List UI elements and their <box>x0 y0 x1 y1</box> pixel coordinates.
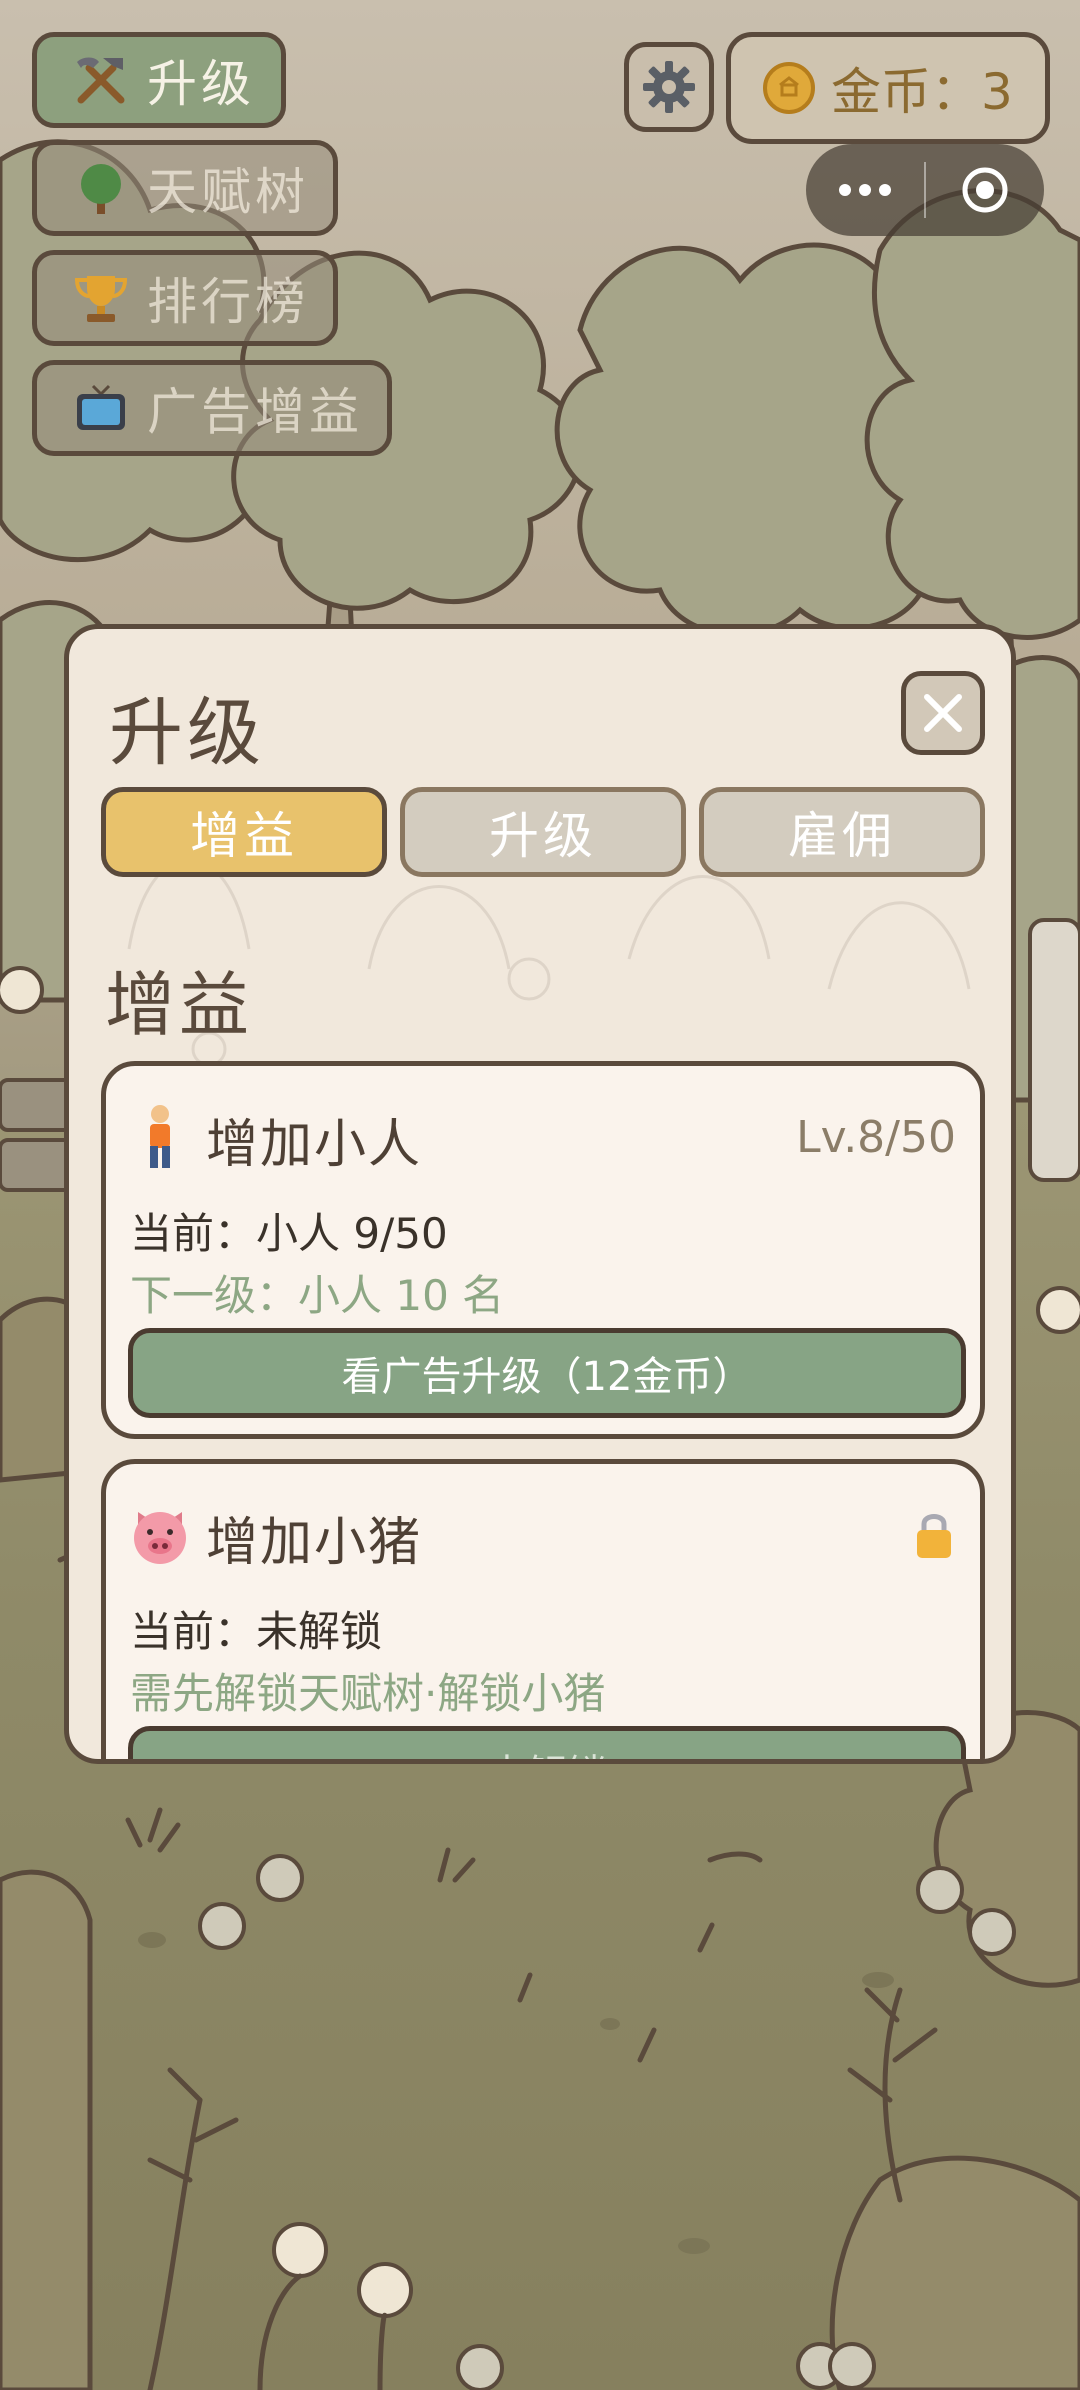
gear-icon <box>643 61 695 113</box>
tab-upgrade[interactable]: 升级 <box>400 787 686 877</box>
settings-button[interactable] <box>624 42 714 132</box>
menu-upgrade-button[interactable]: 升级 <box>32 32 286 128</box>
menu-leaderboard-label: 排行榜 <box>147 273 309 331</box>
card-title: 增加小猪 <box>206 1513 423 1573</box>
card-next: 下一级：小人 10 名 <box>130 1271 505 1320</box>
locked-button[interactable]: 未解锁 <box>128 1726 966 1759</box>
pig-icon <box>134 1512 186 1564</box>
menu-ad-bonus-label: 广告增益 <box>147 383 363 441</box>
menu-ad-bonus-button[interactable]: 广告增益 <box>32 360 392 456</box>
coin-balance: 金币：3 <box>726 32 1050 144</box>
miniprogram-capsule <box>806 144 1044 236</box>
hammer-pick-icon <box>73 52 129 108</box>
more-options-button[interactable] <box>806 184 924 196</box>
bonus-card-add-pig: 增加小猪 当前：未解锁 需先解锁天赋树·解锁小猪 未解锁 <box>101 1459 985 1759</box>
watch-ad-upgrade-button[interactable]: 看广告升级（12金币） <box>128 1328 966 1418</box>
person-icon <box>150 1105 170 1168</box>
close-miniprogram-button[interactable] <box>926 165 1044 215</box>
target-icon <box>962 167 1008 213</box>
tab-hire[interactable]: 雇佣 <box>699 787 985 877</box>
lock-icon <box>917 1514 951 1558</box>
card-current: 当前：小人 9/50 <box>130 1209 448 1258</box>
close-icon <box>924 694 962 732</box>
bonus-card-add-person: 增加小人 Lv.8/50 当前：小人 9/50 下一级：小人 10 名 看广告升… <box>101 1061 985 1439</box>
menu-talent-tree-button[interactable]: 天赋树 <box>32 140 338 236</box>
section-title: 增益 <box>105 964 253 1046</box>
tree-icon <box>73 160 129 216</box>
menu-leaderboard-button[interactable]: 排行榜 <box>32 250 338 346</box>
card-title: 增加小人 <box>206 1115 423 1175</box>
upgrade-modal: 升级 增益 升级 雇佣 增益 增加小人 Lv.8/50 当前：小人 9/50 下… <box>64 624 1016 1764</box>
modal-close-button[interactable] <box>901 671 985 755</box>
coin-icon <box>763 62 815 114</box>
card-requirement: 需先解锁天赋树·解锁小猪 <box>130 1669 606 1718</box>
menu-talent-tree-label: 天赋树 <box>147 163 309 221</box>
tv-icon <box>73 380 129 436</box>
coin-balance-label: 金币：3 <box>831 63 1013 121</box>
trophy-icon <box>73 270 129 326</box>
modal-title: 升级 <box>109 690 265 776</box>
tab-bonus[interactable]: 增益 <box>101 787 387 877</box>
card-level: Lv.8/50 <box>796 1112 956 1163</box>
card-current: 当前：未解锁 <box>130 1607 383 1656</box>
menu-upgrade-label: 升级 <box>147 55 255 113</box>
